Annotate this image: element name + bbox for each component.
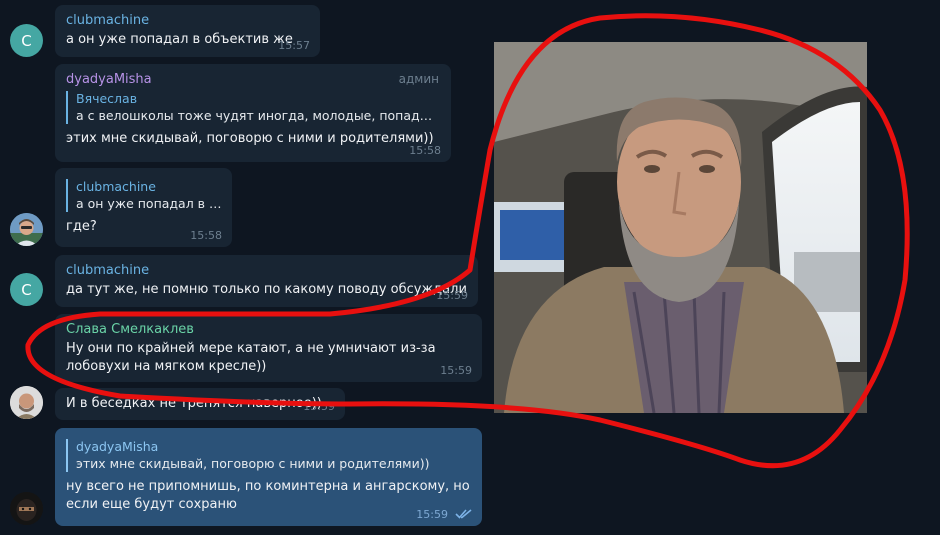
avatar-clubmachine[interactable]: C <box>10 24 43 57</box>
message-bubble[interactable]: dyadyaMisha админ Вячеслав а с велошколы… <box>55 64 451 162</box>
message-text: Ну они по крайней мере катают, а не умни… <box>66 341 436 374</box>
sender-name[interactable]: dyadyaMisha <box>66 71 441 88</box>
message-text: ну всего не припомнишь, по коминтерна и … <box>66 479 470 512</box>
reply-quote[interactable]: Вячеслав а с велошколы тоже чудят иногда… <box>66 91 441 124</box>
message-time: 15:58 <box>190 229 222 242</box>
user-photo-icon <box>10 386 43 419</box>
reply-quote[interactable]: dyadyaMisha этих мне скидывай, поговорю … <box>66 439 472 472</box>
sender-name[interactable]: Слава Смелкаклев <box>66 321 472 338</box>
message-bubble[interactable]: clubmachine а он уже попадал в о... где?… <box>55 168 232 247</box>
reply-name: Вячеслав <box>76 91 138 106</box>
reply-text: этих мне скидывай, поговорю с ними и род… <box>76 456 430 471</box>
reply-text: а с велошколы тоже чудят иногда, молодые… <box>76 108 436 123</box>
reply-name: dyadyaMisha <box>76 439 159 454</box>
message-bubble[interactable]: clubmachine да тут же, не помню только п… <box>55 255 478 307</box>
shared-photo[interactable] <box>494 42 867 413</box>
message-time: 15:59 <box>303 400 335 413</box>
avatar-user-photo[interactable] <box>10 386 43 419</box>
photo-man-in-car <box>494 42 867 413</box>
message-bubble[interactable]: Слава Смелкаклев Ну они по крайней мере … <box>55 314 482 382</box>
message-bubble[interactable]: И в беседках не трепятся наверное)) 15:5… <box>55 388 345 420</box>
avatar-clubmachine[interactable]: C <box>10 273 43 306</box>
admin-badge: админ <box>398 72 439 86</box>
reply-text: а он уже попадал в о... <box>76 196 222 211</box>
message-time: 15:59 <box>440 364 472 377</box>
message-time: 15:58 <box>409 144 441 157</box>
message-time: 15:59 <box>436 289 468 302</box>
avatar-user-photo[interactable] <box>10 213 43 246</box>
message-time: 15:59 <box>416 508 448 521</box>
message-bubble-outgoing[interactable]: dyadyaMisha этих мне скидывай, поговорю … <box>55 428 482 526</box>
message-text: этих мне скидывай, поговорю с ними и род… <box>66 131 434 146</box>
masked-person-icon <box>10 492 43 525</box>
message-bubble[interactable]: clubmachine а он уже попадал в объектив … <box>55 5 320 57</box>
double-check-icon <box>455 509 472 519</box>
user-photo-icon <box>10 213 43 246</box>
message-text: И в беседках не трепятся наверное)) <box>66 396 322 411</box>
message-time: 15:57 <box>278 39 310 52</box>
reply-name: clubmachine <box>76 179 156 194</box>
message-text: да тут же, не помню только по какому пов… <box>66 282 467 297</box>
sender-name[interactable]: clubmachine <box>66 12 310 29</box>
reply-quote[interactable]: clubmachine а он уже попадал в о... <box>66 179 222 212</box>
sender-name[interactable]: clubmachine <box>66 262 468 279</box>
avatar-self[interactable] <box>10 492 43 525</box>
message-text: а он уже попадал в объектив же <box>66 32 293 47</box>
